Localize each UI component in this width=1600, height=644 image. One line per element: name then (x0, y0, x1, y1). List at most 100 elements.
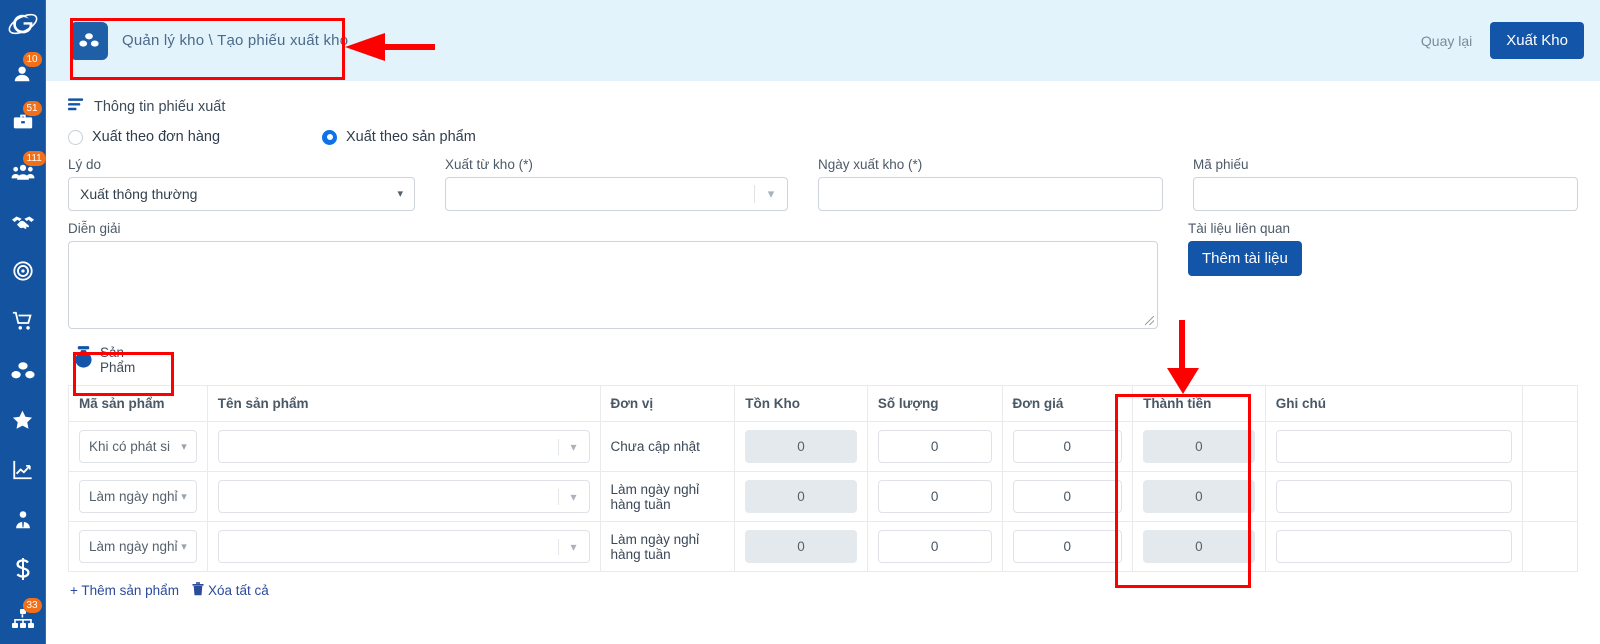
info-section-header: Thông tin phiếu xuất (68, 97, 1578, 117)
trash-icon (192, 582, 204, 599)
chevron-down-icon: ▾ (767, 186, 775, 201)
product-table: Mã sản phẩm Tên sản phẩm Đơn vị Tồn Kho … (68, 385, 1579, 572)
product-section-title: Sản Phẩm (100, 345, 136, 375)
add-document-button[interactable]: Thêm tài liệu (1188, 241, 1302, 276)
app-logo[interactable] (0, 2, 46, 48)
quantity-input[interactable]: 0 (877, 430, 992, 463)
unit-price-input[interactable]: 0 (1012, 430, 1123, 463)
product-code-value: Làm ngày nghỉ (89, 489, 178, 504)
cell-unit-price: 0 (1002, 521, 1134, 572)
sidebar-item-user[interactable]: 10 (0, 48, 46, 98)
cell-unit-price: 0 (1002, 471, 1134, 522)
chevron-down-icon: ▾ (570, 489, 577, 504)
th-stock: Tồn Kho (734, 385, 868, 422)
cell-unit: Làm ngày nghỉ hàng tuần (600, 521, 736, 572)
sidebar-item-cart[interactable] (0, 296, 46, 346)
sidebar-item-chart[interactable] (0, 445, 46, 495)
th-unit: Đơn vị (600, 385, 736, 422)
unit-price-input[interactable]: 0 (1012, 480, 1123, 513)
field-from-warehouse: Xuất từ kho (*) ▾ (445, 157, 788, 211)
cell-amount: 0 (1132, 421, 1266, 472)
cell-amount: 0 (1132, 471, 1266, 522)
chevron-down-icon: ▾ (181, 491, 187, 503)
cell-stock: 0 (734, 421, 868, 472)
sidebar-item-boxes[interactable] (0, 346, 46, 396)
amount-value: 0 (1143, 530, 1255, 563)
radio-by-product-dot (322, 129, 337, 145)
stock-value: 0 (745, 530, 857, 563)
cell-quantity: 0 (867, 471, 1003, 522)
note-input[interactable] (1275, 480, 1512, 513)
stock-value: 0 (745, 430, 857, 463)
cell-stock: 0 (734, 471, 868, 522)
sidebar: 10 51 111 33 (0, 0, 46, 644)
cell-product-code: Khi có phát si ▾ (68, 421, 208, 472)
sidebar-item-sitemap[interactable]: 33 (0, 594, 46, 644)
add-product-link[interactable]: + Thêm sản phẩm (70, 583, 179, 598)
cell-product-name: ▾ (207, 521, 601, 572)
product-code-select[interactable]: Làm ngày nghỉ ▾ (79, 480, 197, 513)
breadcrumb[interactable]: Quản lý kho \ Tạo phiếu xuất kho (60, 14, 362, 68)
product-name-select[interactable]: ▾ (217, 530, 590, 563)
radio-by-product[interactable]: Xuất theo sản phẩm (322, 129, 476, 145)
quantity-input[interactable]: 0 (877, 530, 992, 563)
app-root: 10 51 111 33 Quản lý kho \ Tạo phiếu xuấ… (0, 0, 1600, 644)
chevron-down-icon: ▾ (181, 441, 187, 453)
cell-product-code: Làm ngày nghỉ ▾ (68, 521, 208, 572)
chevron-down-icon: ▾ (570, 439, 577, 454)
quantity-input[interactable]: 0 (877, 480, 992, 513)
product-name-select[interactable]: ▾ (217, 480, 590, 513)
field-reason: Lý do Xuất thông thường ▾ (68, 157, 415, 211)
th-actions (1522, 385, 1579, 422)
reason-select[interactable]: Xuất thông thường ▾ (68, 177, 415, 211)
boxes-icon (70, 21, 108, 60)
export-date-input[interactable] (818, 177, 1163, 211)
note-input[interactable] (1275, 430, 1512, 463)
sidebar-item-dollar[interactable] (0, 545, 46, 595)
field-from-warehouse-label: Xuất từ kho (*) (445, 157, 533, 172)
description-textarea[interactable] (68, 241, 1158, 329)
delete-all-label: Xóa tất cả (207, 583, 269, 598)
cell-quantity: 0 (867, 521, 1003, 572)
th-note: Ghi chú (1265, 385, 1523, 422)
back-link[interactable]: Quay lại (1421, 33, 1472, 49)
voucher-code-input[interactable] (1193, 177, 1578, 211)
list-lines-icon (68, 97, 85, 117)
product-code-value: Khi có phát si (89, 439, 171, 454)
field-related-docs: Tài liệu liên quan Thêm tài liệu (1188, 221, 1578, 329)
sidebar-item-meeting[interactable]: 111 (0, 147, 46, 197)
product-code-value: Làm ngày nghỉ (89, 539, 178, 554)
unit-price-input[interactable]: 0 (1012, 530, 1123, 563)
delete-all-link[interactable]: Xóa tất cả (192, 582, 269, 599)
field-voucher-code: Mã phiếu (1193, 157, 1578, 211)
breadcrumb-label: Quản lý kho \ Tạo phiếu xuất kho (122, 32, 349, 49)
sidebar-item-target[interactable] (0, 246, 46, 296)
cell-note (1265, 421, 1523, 472)
sidebar-item-person-tie[interactable] (0, 495, 46, 545)
product-code-select[interactable]: Khi có phát si ▾ (79, 430, 197, 463)
table-row: Khi có phát si ▾ ▾ Chưa cập nhật 0 0 0 0 (68, 421, 1579, 472)
cell-product-code: Làm ngày nghỉ ▾ (68, 471, 208, 522)
cell-unit: Làm ngày nghỉ hàng tuần (600, 471, 736, 522)
sidebar-item-handshake[interactable] (0, 197, 46, 247)
cell-product-name: ▾ (207, 471, 601, 522)
sidebar-badge: 111 (22, 151, 46, 167)
field-description: Diễn giải (68, 221, 1158, 329)
cell-row-actions (1522, 471, 1579, 522)
field-voucher-code-label: Mã phiếu (1193, 157, 1249, 172)
cell-note (1265, 521, 1523, 572)
sidebar-item-briefcase[interactable]: 51 (0, 97, 46, 147)
cell-quantity: 0 (867, 421, 1003, 472)
sidebar-item-star[interactable] (0, 396, 46, 446)
reason-select-value: Xuất thông thường (80, 186, 198, 202)
note-input[interactable] (1275, 530, 1512, 563)
cell-row-actions (1522, 421, 1579, 472)
table-row: Làm ngày nghỉ ▾ ▾ Làm ngày nghỉ hàng tuầ… (68, 471, 1579, 522)
form-row-1: Lý do Xuất thông thường ▾ Xuất từ kho (*… (68, 157, 1578, 211)
product-code-select[interactable]: Làm ngày nghỉ ▾ (79, 530, 197, 563)
product-name-select[interactable]: ▾ (217, 430, 590, 463)
th-product-code: Mã sản phẩm (68, 385, 208, 422)
from-warehouse-select[interactable]: ▾ (445, 177, 788, 211)
export-warehouse-button[interactable]: Xuất Kho (1490, 22, 1584, 59)
radio-by-order[interactable]: Xuất theo đơn hàng (68, 129, 322, 145)
